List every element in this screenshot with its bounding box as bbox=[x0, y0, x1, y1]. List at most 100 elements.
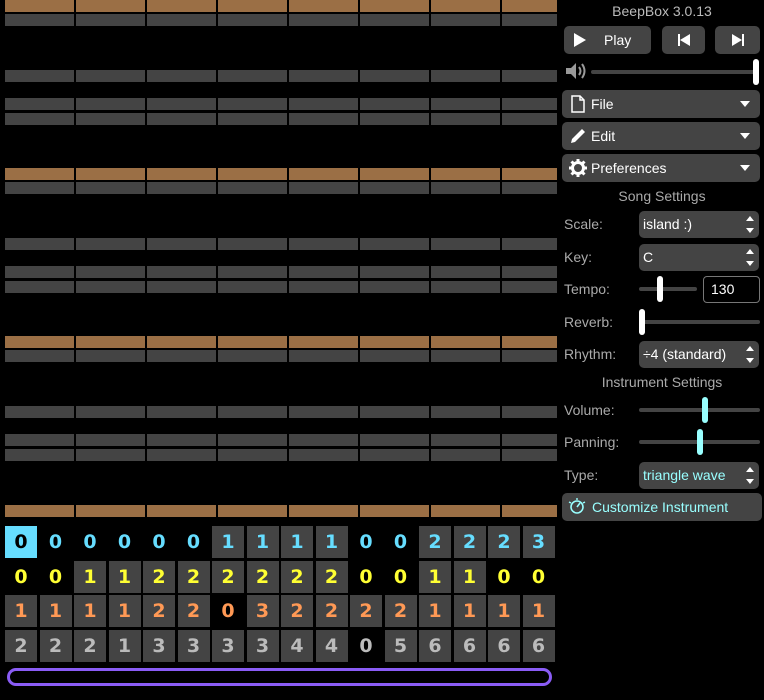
pattern-cell[interactable]: 1 bbox=[281, 526, 313, 558]
edit-menu[interactable]: Edit bbox=[562, 122, 760, 150]
play-button[interactable]: Play bbox=[564, 26, 651, 54]
scale-value: island :) bbox=[643, 216, 693, 232]
pattern-cell[interactable]: 2 bbox=[39, 629, 72, 662]
pattern-cell[interactable]: 2 bbox=[212, 560, 244, 593]
pattern-cell[interactable]: 2 bbox=[453, 526, 486, 558]
pattern-cell[interactable]: 6 bbox=[453, 629, 486, 662]
pattern-cell[interactable]: 3 bbox=[143, 629, 175, 662]
pattern-cell[interactable]: 0 bbox=[350, 629, 382, 662]
pattern-cell[interactable]: 3 bbox=[522, 526, 555, 558]
pattern-cell[interactable]: 0 bbox=[39, 560, 72, 593]
pattern-cell[interactable]: 0 bbox=[350, 560, 382, 593]
instrument-type-select[interactable]: triangle wave bbox=[639, 462, 759, 489]
pattern-cell[interactable]: 3 bbox=[177, 629, 210, 662]
master-volume-thumb[interactable] bbox=[753, 59, 759, 85]
pattern-cell[interactable]: 1 bbox=[74, 560, 106, 593]
file-menu[interactable]: File bbox=[562, 90, 760, 118]
pattern-cell[interactable]: 0 bbox=[212, 595, 244, 627]
pattern-cell[interactable]: 2 bbox=[143, 560, 175, 593]
tempo-input[interactable]: 130 bbox=[703, 276, 760, 303]
pattern-cell[interactable]: 2 bbox=[177, 595, 210, 627]
pattern-cell[interactable]: 2 bbox=[350, 595, 382, 627]
pitch-line bbox=[76, 14, 145, 26]
pattern-cell[interactable]: 0 bbox=[488, 560, 520, 593]
pattern-cell[interactable]: 6 bbox=[488, 629, 520, 662]
pattern-cell[interactable]: 4 bbox=[315, 629, 348, 662]
pattern-cell[interactable]: 0 bbox=[39, 526, 72, 558]
pattern-cell[interactable]: 2 bbox=[177, 560, 210, 593]
pitch-line bbox=[147, 113, 216, 125]
pattern-cell[interactable]: 2 bbox=[315, 595, 348, 627]
gear-icon bbox=[569, 159, 587, 177]
pitch-line bbox=[76, 70, 145, 82]
pattern-cell[interactable]: 2 bbox=[5, 629, 37, 662]
pitch-line bbox=[502, 182, 557, 194]
pitch-line bbox=[5, 98, 74, 110]
pattern-cell[interactable]: 0 bbox=[108, 526, 141, 558]
pattern-cell[interactable]: 1 bbox=[419, 560, 451, 593]
pitch-line bbox=[289, 434, 358, 446]
pattern-cell[interactable]: 0 bbox=[350, 526, 382, 558]
octave-line bbox=[76, 505, 145, 517]
pattern-cell[interactable]: 1 bbox=[5, 595, 37, 627]
pattern-cell[interactable]: 1 bbox=[108, 629, 141, 662]
next-bar-button[interactable] bbox=[715, 26, 760, 54]
pattern-cell[interactable]: 1 bbox=[419, 595, 451, 627]
pattern-cell[interactable]: 0 bbox=[522, 560, 555, 593]
pattern-cell[interactable]: 4 bbox=[281, 629, 313, 662]
pattern-cell[interactable]: 1 bbox=[488, 595, 520, 627]
pattern-cell[interactable]: 0 bbox=[384, 526, 417, 558]
prev-bar-button[interactable] bbox=[662, 26, 705, 54]
edit-menu-label: Edit bbox=[591, 128, 616, 144]
key-select[interactable]: C bbox=[639, 244, 759, 271]
customize-instrument-button[interactable]: Customize Instrument bbox=[562, 493, 762, 521]
pattern-cell[interactable]: 1 bbox=[315, 526, 348, 558]
pattern-cell[interactable]: 3 bbox=[246, 629, 279, 662]
tempo-slider-track[interactable] bbox=[639, 287, 697, 291]
scale-select[interactable]: island :) bbox=[639, 211, 759, 238]
pattern-scrollbar[interactable] bbox=[7, 668, 552, 686]
pattern-cell[interactable]: 2 bbox=[143, 595, 175, 627]
reverb-slider-thumb[interactable] bbox=[639, 309, 645, 335]
rhythm-select[interactable]: ÷4 (standard) bbox=[639, 341, 759, 368]
pattern-cell[interactable]: 6 bbox=[419, 629, 451, 662]
pattern-cell[interactable]: 2 bbox=[384, 595, 417, 627]
pattern-cell[interactable]: 1 bbox=[74, 595, 106, 627]
pattern-cell[interactable]: 0 bbox=[5, 526, 37, 558]
preferences-menu[interactable]: Preferences bbox=[562, 154, 760, 182]
pattern-cell[interactable]: 2 bbox=[74, 629, 106, 662]
instrument-volume-thumb[interactable] bbox=[702, 397, 709, 423]
pattern-cell[interactable]: 0 bbox=[143, 526, 175, 558]
file-icon bbox=[569, 95, 587, 113]
master-volume-track[interactable] bbox=[591, 70, 759, 74]
pattern-cell[interactable]: 1 bbox=[522, 595, 555, 627]
pattern-cell[interactable]: 0 bbox=[177, 526, 210, 558]
pattern-cell[interactable]: 6 bbox=[522, 629, 555, 662]
pattern-cell[interactable]: 2 bbox=[419, 526, 451, 558]
instrument-volume-track[interactable] bbox=[639, 408, 760, 412]
pattern-cell[interactable]: 2 bbox=[281, 560, 313, 593]
pattern-cell[interactable]: 2 bbox=[281, 595, 313, 627]
tempo-slider-thumb[interactable] bbox=[657, 276, 664, 302]
pattern-cell[interactable]: 1 bbox=[212, 526, 244, 558]
pattern-cell[interactable]: 2 bbox=[488, 526, 520, 558]
pattern-cell[interactable]: 0 bbox=[74, 526, 106, 558]
pattern-cell[interactable]: 1 bbox=[39, 595, 72, 627]
pattern-grid[interactable]: 0000001111002223001122222200110011112203… bbox=[5, 526, 557, 662]
pattern-cell[interactable]: 1 bbox=[108, 595, 141, 627]
pattern-cell[interactable]: 5 bbox=[384, 629, 417, 662]
pattern-cell[interactable]: 1 bbox=[453, 560, 486, 593]
pattern-cell[interactable]: 0 bbox=[384, 560, 417, 593]
pattern-cell[interactable]: 3 bbox=[246, 595, 279, 627]
pattern-cell[interactable]: 1 bbox=[108, 560, 141, 593]
skip-back-icon bbox=[677, 33, 691, 47]
pattern-cell[interactable]: 2 bbox=[246, 560, 279, 593]
reverb-slider-track[interactable] bbox=[639, 320, 760, 324]
pattern-cell[interactable]: 2 bbox=[315, 560, 348, 593]
pattern-cell[interactable]: 1 bbox=[453, 595, 486, 627]
piano-roll[interactable] bbox=[5, 0, 557, 517]
pattern-cell[interactable]: 1 bbox=[246, 526, 279, 558]
panning-slider-thumb[interactable] bbox=[696, 429, 703, 455]
pattern-cell[interactable]: 0 bbox=[5, 560, 37, 593]
pattern-cell[interactable]: 3 bbox=[212, 629, 244, 662]
